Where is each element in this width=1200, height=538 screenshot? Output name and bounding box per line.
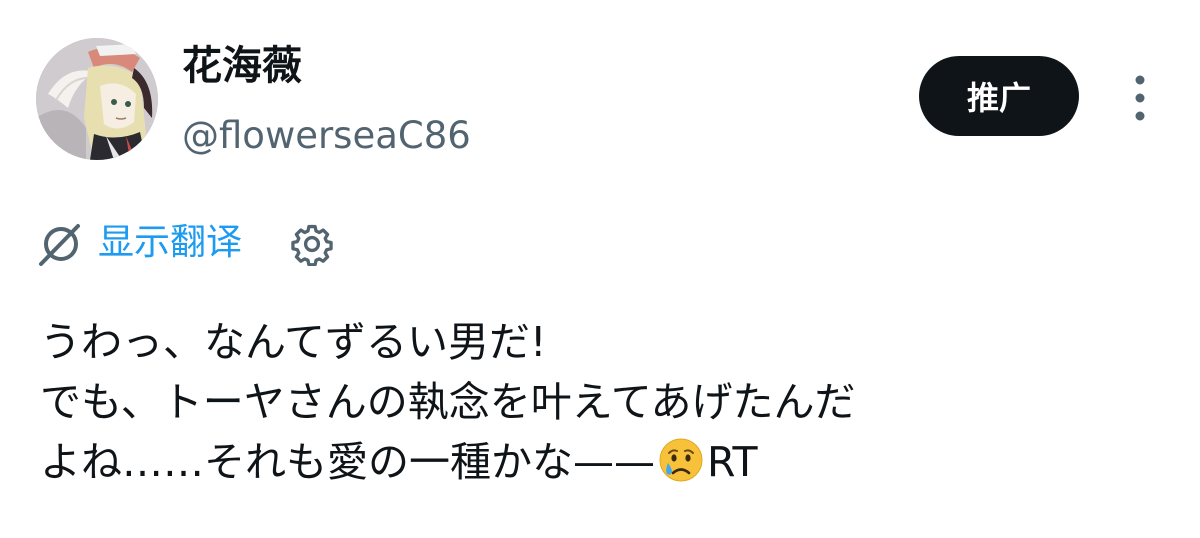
- tweet-rt-label: RT: [707, 438, 758, 486]
- display-name[interactable]: 花海薇: [182, 40, 302, 92]
- avatar[interactable]: [36, 38, 158, 160]
- tweet-line-3: よね……それも愛の一種かな—— RT: [40, 432, 1170, 492]
- avatar-illustration: [36, 38, 158, 160]
- tweet-line-3-text: よね……それも愛の一種かな——: [40, 438, 655, 486]
- translate-icon: [36, 220, 84, 268]
- tweet-text: うわっ、なんてずるい男だ! でも、トーヤさんの執念を叶えてあげたんだ よね……そ…: [40, 312, 1170, 492]
- crying-face-emoji: [657, 436, 705, 484]
- gear-icon[interactable]: [290, 222, 334, 267]
- user-handle[interactable]: @flowerseaC86: [182, 112, 471, 160]
- show-translation-link[interactable]: 显示翻译: [98, 218, 242, 268]
- promote-button[interactable]: 推广: [919, 56, 1079, 136]
- tweet-line-2: でも、トーヤさんの執念を叶えてあげたんだ: [40, 378, 856, 426]
- translate-row: 显示翻译: [36, 216, 356, 272]
- tweet-line-1: うわっ、なんてずるい男だ!: [40, 318, 547, 366]
- more-vertical-icon[interactable]: [1126, 72, 1154, 124]
